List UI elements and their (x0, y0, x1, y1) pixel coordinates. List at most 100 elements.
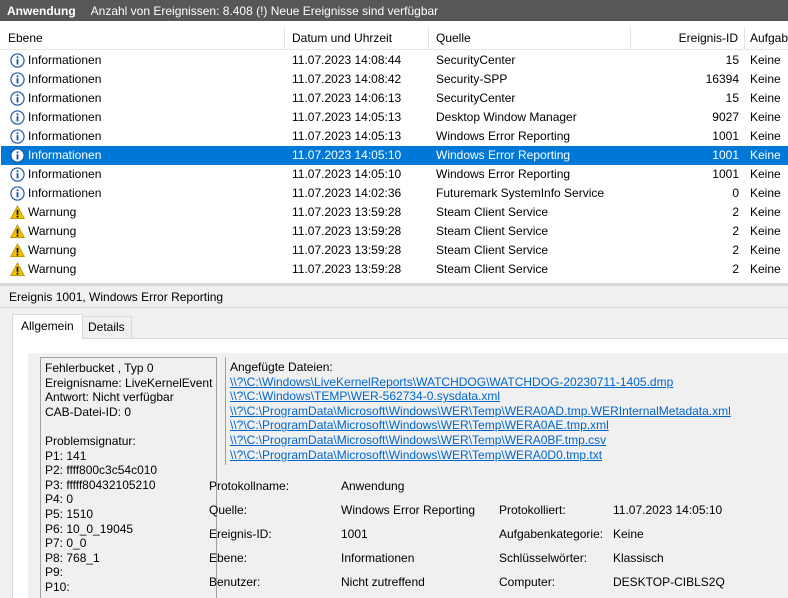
tab-general[interactable]: Allgemein (12, 314, 83, 339)
attached-files-label: Angefügte Dateien: (230, 360, 333, 374)
cell-date: 11.07.2023 14:02:36 (292, 186, 402, 200)
description-line: Ereignisname: LiveKernelEvent (45, 375, 213, 390)
info-icon (10, 186, 25, 201)
keywords-label: Schlüsselwörter: (499, 551, 588, 565)
cell-level: Informationen (28, 72, 102, 86)
cell-level: Informationen (28, 167, 102, 181)
event-id-value: 1001 (341, 527, 368, 541)
cell-event-id: 2 (732, 224, 739, 238)
cell-event-id: 9027 (712, 110, 739, 124)
cell-level: Warnung (28, 262, 77, 276)
cell-event-id: 16394 (705, 72, 739, 86)
warning-icon (10, 262, 25, 277)
description-line: P6: 10_0_19045 (45, 521, 134, 536)
table-row[interactable]: Warnung 11.07.2023 13:59:28 Steam Client S… (1, 241, 788, 260)
info-icon (10, 129, 25, 144)
attached-files-list: \\?\C:\Windows\LiveKernelReports\WATCHDO… (230, 375, 788, 463)
cell-source: Windows Error Reporting (436, 167, 571, 181)
cell-task: Keine (750, 91, 781, 105)
cell-date: 11.07.2023 14:05:10 (292, 148, 402, 162)
table-row[interactable]: Informationen 11.07.2023 14:08:42 Security… (1, 70, 788, 89)
info-icon (10, 167, 25, 182)
description-line: Antwort: Nicht verfügbar (45, 390, 174, 405)
info-icon (10, 53, 25, 68)
event-detail-pane: Allgemein Details Fehlerbucket , Typ 0 Er… (0, 308, 788, 598)
column-header-level[interactable]: Ebene (1, 27, 285, 50)
table-row[interactable]: Informationen 11.07.2023 14:02:36 Futurema… (1, 184, 788, 203)
cell-level: Warnung (28, 243, 77, 257)
cell-source: Desktop Window Manager (436, 110, 577, 124)
cell-date: 11.07.2023 13:59:28 (292, 224, 402, 238)
description-line: Problemsignatur: (45, 433, 136, 448)
table-row[interactable]: Informationen 11.07.2023 14:08:44 Security… (1, 51, 788, 70)
computer-label: Computer: (499, 575, 556, 589)
cell-level: Warnung (28, 224, 77, 238)
description-line: P9: (45, 565, 64, 580)
cell-event-id: 15 (725, 91, 739, 105)
column-header-event-id[interactable]: Ereignis-ID (631, 27, 745, 50)
cell-level: Informationen (28, 148, 102, 162)
cell-level: Warnung (28, 205, 77, 219)
cell-event-id: 1001 (712, 148, 739, 162)
table-row[interactable]: Warnung 11.07.2023 13:59:28 Steam Client S… (1, 222, 788, 241)
keywords-value: Klassisch (613, 551, 664, 565)
cell-event-id: 2 (732, 262, 739, 276)
table-row[interactable]: Warnung 11.07.2023 13:59:28 Steam Client S… (1, 203, 788, 222)
attached-file-link[interactable]: \\?\C:\ProgramData\Microsoft\Windows\WER… (230, 404, 788, 419)
event-count-info: Anzahl von Ereignissen: 8.408 (!) Neue E… (90, 3, 439, 18)
event-description-box[interactable]: Fehlerbucket , Typ 0 Ereignisname: LiveKe… (40, 357, 217, 598)
description-line: P5: 1510 (45, 506, 94, 521)
attached-file-link[interactable]: \\?\C:\Windows\LiveKernelReports\WATCHDO… (230, 375, 788, 390)
log-name-value: Anwendung (341, 479, 405, 493)
cell-source: Steam Client Service (436, 205, 549, 219)
cell-source: Steam Client Service (436, 262, 549, 276)
event-list[interactable]: Ebene Datum und Uhrzeit Quelle Ereignis-… (0, 24, 788, 282)
column-header-task[interactable]: Aufgab (745, 27, 788, 50)
log-name-label: Protokollname: (209, 479, 290, 493)
attached-files-box[interactable]: Angefügte Dateien: \\?\C:\Windows\LiveKe… (225, 357, 788, 465)
user-label: Benutzer: (209, 575, 261, 589)
cell-task: Keine (750, 167, 781, 181)
description-line: P8: 768_1 (45, 550, 100, 565)
table-row[interactable]: Informationen 11.07.2023 14:05:10 Windows … (1, 146, 788, 165)
cell-level: Informationen (28, 186, 102, 200)
cell-source: Steam Client Service (436, 224, 549, 238)
table-row[interactable]: Warnung 11.07.2023 13:59:28 Steam Client S… (1, 260, 788, 279)
warning-icon (10, 205, 25, 220)
attached-file-link[interactable]: \\?\C:\ProgramData\Microsoft\Windows\WER… (230, 433, 788, 448)
cell-level: Informationen (28, 129, 102, 143)
table-row[interactable]: Informationen 11.07.2023 14:05:13 Desktop … (1, 108, 788, 127)
cell-event-id: 1001 (712, 129, 739, 143)
cell-level: Informationen (28, 91, 102, 105)
description-line: P3: fffff80432105210 (45, 477, 156, 492)
warning-icon (10, 243, 25, 258)
cell-task: Keine (750, 262, 781, 276)
cell-date: 11.07.2023 14:05:13 (292, 110, 402, 124)
cell-date: 11.07.2023 13:59:28 (292, 243, 402, 257)
tab-details[interactable]: Details (81, 316, 132, 338)
column-header-source[interactable]: Quelle (429, 27, 631, 50)
cell-task: Keine (750, 243, 781, 257)
cell-date: 11.07.2023 14:06:13 (292, 91, 402, 105)
attached-file-link[interactable]: \\?\C:\ProgramData\Microsoft\Windows\WER… (230, 418, 788, 433)
description-line: P10: (45, 579, 70, 594)
info-icon (10, 110, 25, 125)
table-row[interactable]: Informationen 11.07.2023 14:05:13 Windows … (1, 127, 788, 146)
cell-date: 11.07.2023 14:05:10 (292, 167, 402, 181)
task-category-value: Keine (613, 527, 644, 541)
attached-file-link[interactable]: \\?\C:\ProgramData\Microsoft\Windows\WER… (230, 448, 788, 463)
description-line (45, 419, 216, 434)
cell-date: 11.07.2023 13:59:28 (292, 262, 402, 276)
table-row[interactable]: Informationen 11.07.2023 14:05:10 Windows … (1, 165, 788, 184)
attached-file-link[interactable]: \\?\C:\Windows\TEMP\WER-562734-0.sysdata… (230, 389, 788, 404)
event-list-header: Ebene Datum und Uhrzeit Quelle Ereignis-… (1, 27, 788, 50)
cell-task: Keine (750, 72, 781, 86)
info-icon (10, 91, 25, 106)
cell-date: 11.07.2023 14:08:44 (292, 53, 402, 67)
cell-level: Informationen (28, 110, 102, 124)
cell-task: Keine (750, 129, 781, 143)
level-value: Informationen (341, 551, 415, 565)
column-header-date[interactable]: Datum und Uhrzeit (285, 27, 429, 50)
table-row[interactable]: Informationen 11.07.2023 14:06:13 Security… (1, 89, 788, 108)
info-icon (10, 148, 25, 163)
